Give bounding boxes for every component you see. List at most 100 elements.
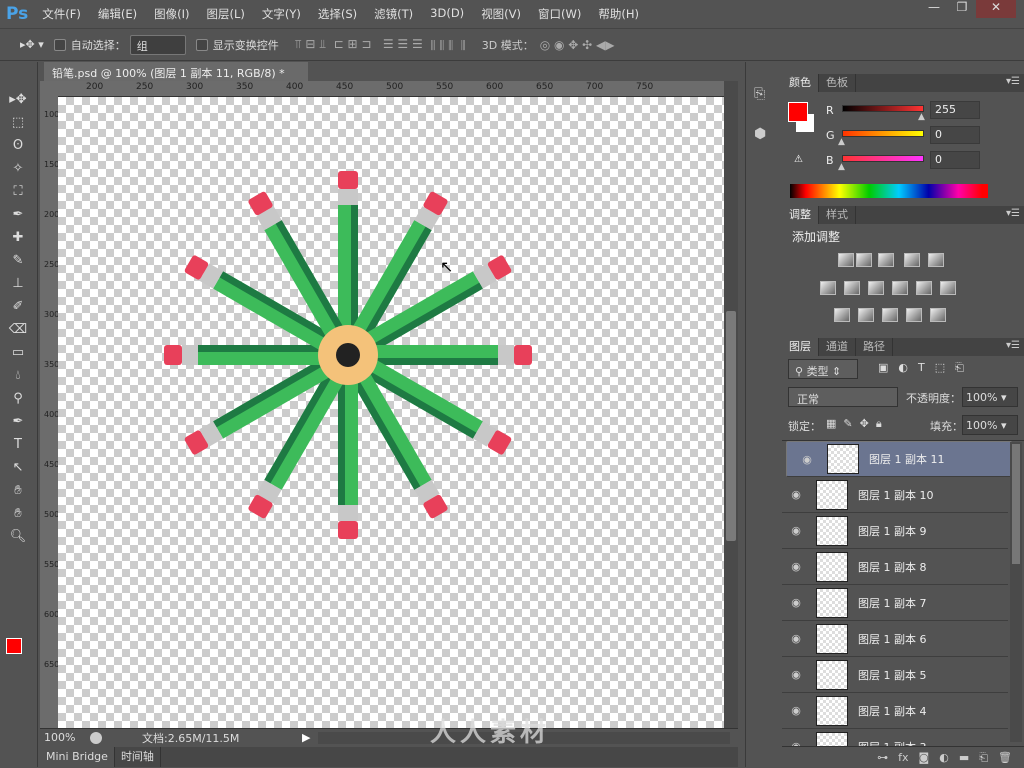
layer-filter-icons[interactable]: ▣◐T⬚⎗ [878, 361, 974, 375]
adjustment-icon[interactable] [838, 253, 854, 267]
layer-row[interactable]: ◉ 图层 1 副本 7 [782, 585, 1008, 621]
menu-item[interactable]: 3D(D) [430, 6, 464, 22]
tool-icon[interactable]: ʘ [4, 135, 32, 157]
channel-slider-g[interactable] [842, 130, 924, 137]
menu-item[interactable]: 图层(L) [207, 6, 245, 22]
visibility-eye-icon[interactable]: ◉ [782, 524, 810, 537]
menu-item[interactable]: 文件(F) [42, 6, 81, 22]
layer-row[interactable]: ◉ 图层 1 副本 9 [782, 513, 1008, 549]
adjustment-icon[interactable] [904, 253, 920, 267]
visibility-eye-icon[interactable]: ◉ [782, 488, 810, 501]
slider-handle-icon[interactable]: ▲ [838, 162, 845, 172]
adjustment-icon[interactable] [856, 253, 872, 267]
visibility-eye-icon[interactable]: ◉ [782, 596, 810, 609]
slider-handle-icon[interactable]: ▲ [838, 137, 845, 147]
menu-item[interactable]: 帮助(H) [598, 6, 639, 22]
layer-filter-dropdown[interactable]: ⚲ 类型 ⇕ [788, 359, 858, 379]
canvas[interactable]: ↖ [58, 97, 724, 728]
foreground-color-swatch[interactable] [6, 638, 22, 654]
tool-icon[interactable]: ▭ [4, 342, 32, 364]
tab-swatches[interactable]: 色板 [819, 74, 856, 92]
tab-color[interactable]: 颜色 [782, 74, 819, 92]
adjustment-icon[interactable] [906, 308, 922, 322]
layer-row[interactable]: ◉图层 1 副本 3 [782, 729, 1008, 746]
adjustment-icon[interactable] [820, 281, 836, 295]
tool-icon[interactable]: ✚ [4, 227, 32, 249]
visibility-eye-icon[interactable]: ◉ [782, 668, 810, 681]
panel-menu-icon[interactable]: ▾☰ [1006, 76, 1020, 87]
show-transform-checkbox[interactable] [195, 38, 208, 51]
tool-icon[interactable]: ⌫ [4, 319, 32, 341]
color-foreground-swatch[interactable] [788, 102, 808, 122]
tab-layers[interactable]: 图层 [782, 338, 819, 356]
tool-icon[interactable]: 💧︎ [4, 365, 32, 387]
document-tab[interactable]: 铅笔.psd @ 100% (图层 1 副本 11, RGB/8) * × [44, 62, 308, 94]
link-layers-icon[interactable]: ⊶ [877, 751, 888, 764]
blend-mode-dropdown[interactable]: 正常 [788, 387, 898, 407]
slider-handle-icon[interactable]: ▲ [918, 112, 925, 122]
tab-timeline[interactable]: 时间轴 [115, 747, 161, 767]
tool-icon[interactable]: T [4, 434, 32, 456]
tab-adjustments[interactable]: 调整 [782, 206, 819, 224]
maximize-button[interactable]: ❐ [948, 0, 976, 18]
visibility-eye-icon[interactable]: ◉ [782, 560, 810, 573]
adjustment-icon[interactable] [844, 281, 860, 295]
tool-icon[interactable]: ✒ [4, 411, 32, 433]
channel-slider-b[interactable] [842, 155, 924, 162]
layer-row[interactable]: ◉ 图层 1 副本 6 [782, 621, 1008, 657]
layers-scrollbar[interactable] [1010, 442, 1022, 742]
layer-style-icon[interactable]: fx [898, 751, 908, 764]
adjustment-layer-icon[interactable]: ◐ [939, 751, 949, 764]
menu-item[interactable]: 滤镜(T) [374, 6, 413, 22]
tool-icon[interactable]: ⚲ [4, 388, 32, 410]
layer-row[interactable]: ◉ 图层 1 副本 10 [782, 477, 1008, 513]
tool-icon[interactable]: ✒ [4, 204, 32, 226]
visibility-eye-icon[interactable]: ◉ [793, 453, 821, 466]
gamut-warning-icon[interactable]: ⚠ [794, 154, 803, 165]
adjustment-icon[interactable] [928, 253, 944, 267]
tool-icon[interactable]: ✐ [4, 296, 32, 318]
tab-paths[interactable]: 路径 [856, 338, 893, 356]
menu-item[interactable]: 视图(V) [481, 6, 521, 22]
visibility-eye-icon[interactable]: ◉ [782, 632, 810, 645]
adjustment-icon[interactable] [940, 281, 956, 295]
tool-icon[interactable]: ⊥ [4, 273, 32, 295]
tool-icon[interactable]: ✎ [4, 250, 32, 272]
channel-value[interactable]: 0 [930, 151, 980, 169]
channel-slider-r[interactable] [842, 105, 924, 112]
adjustment-icon[interactable] [878, 253, 894, 267]
opacity-field[interactable]: 100% ▾ [962, 387, 1018, 407]
channel-value[interactable]: 0 [930, 126, 980, 144]
history-panel-icon[interactable]: ⎘ [754, 86, 773, 102]
zoom-level[interactable]: 100% [40, 731, 90, 744]
vertical-scrollbar[interactable] [724, 81, 738, 728]
align-icons[interactable]: ⫪ ⊟ ⫫ ⊏ ⊞ ⊐ ☰ ☰ ☰ ⫴ ⫴ ⫴ ⦀ [295, 37, 466, 52]
layer-row[interactable]: ◉ 图层 1 副本 4 [782, 693, 1008, 729]
adjustment-icon[interactable] [930, 308, 946, 322]
new-layer-icon[interactable]: ⎗ [979, 751, 988, 765]
adjustment-icon[interactable] [882, 308, 898, 322]
menu-item[interactable]: 图像(I) [154, 6, 189, 22]
channel-value[interactable]: 255 [930, 101, 980, 119]
3d-mode-icons[interactable]: ◎ ◉ ✥ ✣ ◀▶ [540, 38, 615, 52]
tool-icon[interactable]: ✋︎ [4, 503, 32, 525]
3d-panel-icon[interactable]: ⬢ [754, 126, 773, 142]
delete-layer-icon[interactable]: 🗑︎ [998, 751, 1012, 764]
layer-row[interactable]: ◉ 图层 1 副本 11 [786, 441, 1012, 477]
move-tool-icon[interactable]: ▸✥ ▾ [20, 38, 44, 51]
visibility-eye-icon[interactable]: ◉ [782, 704, 810, 717]
tool-icon[interactable]: 🔍︎ [4, 526, 32, 548]
menu-item[interactable]: 文字(Y) [262, 6, 301, 22]
adjustment-icon[interactable] [834, 308, 850, 322]
minimize-button[interactable]: — [920, 0, 948, 18]
tab-channels[interactable]: 通道 [819, 338, 856, 356]
adjustment-icon[interactable] [892, 281, 908, 295]
panel-menu-icon[interactable]: ▾☰ [1006, 208, 1020, 219]
status-menu-arrow-icon[interactable]: ▶ [302, 731, 310, 744]
tool-icon[interactable]: ↖ [4, 457, 32, 479]
tab-styles[interactable]: 样式 [819, 206, 856, 224]
close-window-button[interactable]: ✕ [976, 0, 1016, 18]
menu-item[interactable]: 选择(S) [318, 6, 357, 22]
new-group-icon[interactable]: ▬ [959, 751, 969, 764]
layer-row[interactable]: ◉ 图层 1 副本 8 [782, 549, 1008, 585]
